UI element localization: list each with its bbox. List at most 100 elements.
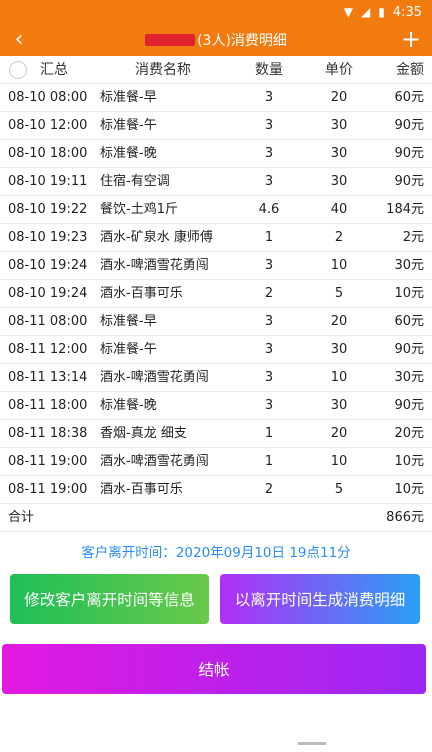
row-price: 30 [330, 146, 348, 161]
checkout-label: 结帐 [198, 661, 230, 679]
row-time: 08-11 13:14 [8, 370, 88, 385]
row-qty: 3 [264, 174, 274, 189]
redacted-name [145, 34, 196, 46]
table-row[interactable]: 08-10 12:00 标准餐-午 3 30 90元 [0, 112, 432, 140]
wifi-icon: ▼ [343, 5, 353, 19]
table-row[interactable]: 08-10 19:11 住宿-有空调 3 30 90元 [0, 168, 432, 196]
row-name: 酒水-啤酒雪花勇闯 [100, 258, 209, 273]
row-time: 08-11 08:00 [8, 314, 88, 329]
page-title: (3人)消费明细 [145, 30, 287, 50]
row-qty: 3 [264, 370, 274, 385]
row-qty: 1 [264, 230, 274, 245]
total-amount: 866元 [386, 510, 424, 525]
table-row[interactable]: 08-10 19:23 酒水-矿泉水 康师傅 1 2 2元 [0, 224, 432, 252]
generate-details-button[interactable]: 以离开时间生成消费明细 [220, 574, 420, 624]
home-indicator [298, 742, 326, 752]
row-name: 标准餐-午 [100, 342, 157, 357]
signal-icon: ◢ [360, 5, 371, 19]
row-amount: 90元 [394, 174, 424, 189]
status-time: 4:35 [392, 4, 422, 20]
total-label: 合计 [8, 510, 35, 525]
row-qty: 4.6 [258, 202, 280, 217]
row-time: 08-10 19:22 [8, 202, 88, 217]
table-row[interactable]: 08-10 19:24 酒水-百事可乐 2 5 10元 [0, 280, 432, 308]
row-amount: 10元 [394, 286, 424, 301]
row-name: 标准餐-午 [100, 118, 157, 133]
row-name: 住宿-有空调 [100, 174, 170, 189]
row-amount: 30元 [394, 370, 424, 385]
row-name: 酒水-百事可乐 [100, 286, 183, 301]
plus-icon[interactable]: + [400, 25, 422, 53]
table-row[interactable]: 08-11 18:38 香烟-真龙 细支 1 20 20元 [0, 420, 432, 448]
row-price: 20 [330, 426, 348, 441]
row-time: 08-10 08:00 [8, 90, 88, 105]
row-amount: 2元 [402, 230, 424, 245]
leave-time-text: 客户离开时间：2020年09月10日 19点11分 [81, 545, 351, 561]
select-all-radio[interactable] [9, 61, 27, 79]
row-name: 标准餐-早 [100, 314, 157, 329]
header-name: 消费名称 [135, 62, 191, 78]
table-row[interactable]: 08-11 08:00 标准餐-早 3 20 60元 [0, 308, 432, 336]
row-name: 标准餐-晚 [100, 146, 157, 161]
row-amount: 60元 [394, 90, 424, 105]
row-time: 08-10 19:11 [8, 174, 88, 189]
row-time: 08-10 19:24 [8, 286, 88, 301]
row-time: 08-11 18:00 [8, 398, 88, 413]
table-row[interactable]: 08-11 12:00 标准餐-午 3 30 90元 [0, 336, 432, 364]
row-price: 5 [334, 286, 344, 301]
row-amount: 184元 [386, 202, 424, 217]
row-price: 30 [330, 174, 348, 189]
table-row[interactable]: 08-11 19:00 酒水-啤酒雪花勇闯 1 10 10元 [0, 448, 432, 476]
app-bar: ‹ (3人)消费明细 + [0, 24, 432, 56]
modify-leave-time-label: 修改客户离开时间等信息 [24, 591, 195, 609]
row-price: 10 [330, 258, 348, 273]
row-amount: 10元 [394, 482, 424, 497]
row-qty: 3 [264, 258, 274, 273]
consumption-table: 汇总 消费名称 数量 单价 金额 08-10 08:00 标准餐-早 3 20 … [0, 56, 432, 532]
row-name: 标准餐-早 [100, 90, 157, 105]
row-price: 10 [330, 454, 348, 469]
row-name: 香烟-真龙 细支 [100, 426, 187, 441]
checkout-button[interactable]: 结帐 [2, 644, 426, 694]
row-time: 08-10 19:24 [8, 258, 88, 273]
row-qty: 2 [264, 482, 274, 497]
row-price: 30 [330, 118, 348, 133]
row-name: 酒水-矿泉水 康师傅 [100, 230, 213, 245]
table-row[interactable]: 08-10 19:24 酒水-啤酒雪花勇闯 3 10 30元 [0, 252, 432, 280]
table-row[interactable]: 08-11 18:00 标准餐-晚 3 30 90元 [0, 392, 432, 420]
row-amount: 60元 [394, 314, 424, 329]
table-row[interactable]: 08-11 19:00 酒水-百事可乐 2 5 10元 [0, 476, 432, 504]
table-row[interactable]: 08-11 13:14 酒水-啤酒雪花勇闯 3 10 30元 [0, 364, 432, 392]
row-price: 5 [334, 482, 344, 497]
row-name: 酒水-啤酒雪花勇闯 [100, 454, 209, 469]
row-time: 08-11 19:00 [8, 482, 88, 497]
row-amount: 90元 [394, 398, 424, 413]
page-title-text: (3人)消费明细 [197, 33, 287, 49]
status-bar: ▼ ◢ ▮ 4:35 [0, 0, 432, 24]
modify-leave-time-button[interactable]: 修改客户离开时间等信息 [10, 574, 209, 624]
chevron-left-icon[interactable]: ‹ [8, 26, 30, 54]
row-qty: 3 [264, 90, 274, 105]
row-price: 20 [330, 314, 348, 329]
table-row[interactable]: 08-10 19:22 餐饮-土鸡1斤 4.6 40 184元 [0, 196, 432, 224]
header-summary: 汇总 [40, 62, 68, 78]
table-row[interactable]: 08-10 08:00 标准餐-早 3 20 60元 [0, 84, 432, 112]
row-time: 08-10 19:23 [8, 230, 88, 245]
row-amount: 90元 [394, 342, 424, 357]
row-qty: 1 [264, 454, 274, 469]
row-time: 08-11 12:00 [8, 342, 88, 357]
row-name: 酒水-啤酒雪花勇闯 [100, 370, 209, 385]
row-qty: 1 [264, 426, 274, 441]
row-price: 30 [330, 398, 348, 413]
row-price: 40 [330, 202, 348, 217]
row-price: 10 [330, 370, 348, 385]
row-time: 08-10 18:00 [8, 146, 88, 161]
generate-details-label: 以离开时间生成消费明细 [234, 591, 406, 609]
row-amount: 30元 [394, 258, 424, 273]
row-amount: 20元 [394, 426, 424, 441]
row-time: 08-10 12:00 [8, 118, 88, 133]
battery-icon: ▮ [378, 5, 385, 19]
row-qty: 3 [264, 342, 274, 357]
row-amount: 90元 [394, 146, 424, 161]
table-row[interactable]: 08-10 18:00 标准餐-晚 3 30 90元 [0, 140, 432, 168]
